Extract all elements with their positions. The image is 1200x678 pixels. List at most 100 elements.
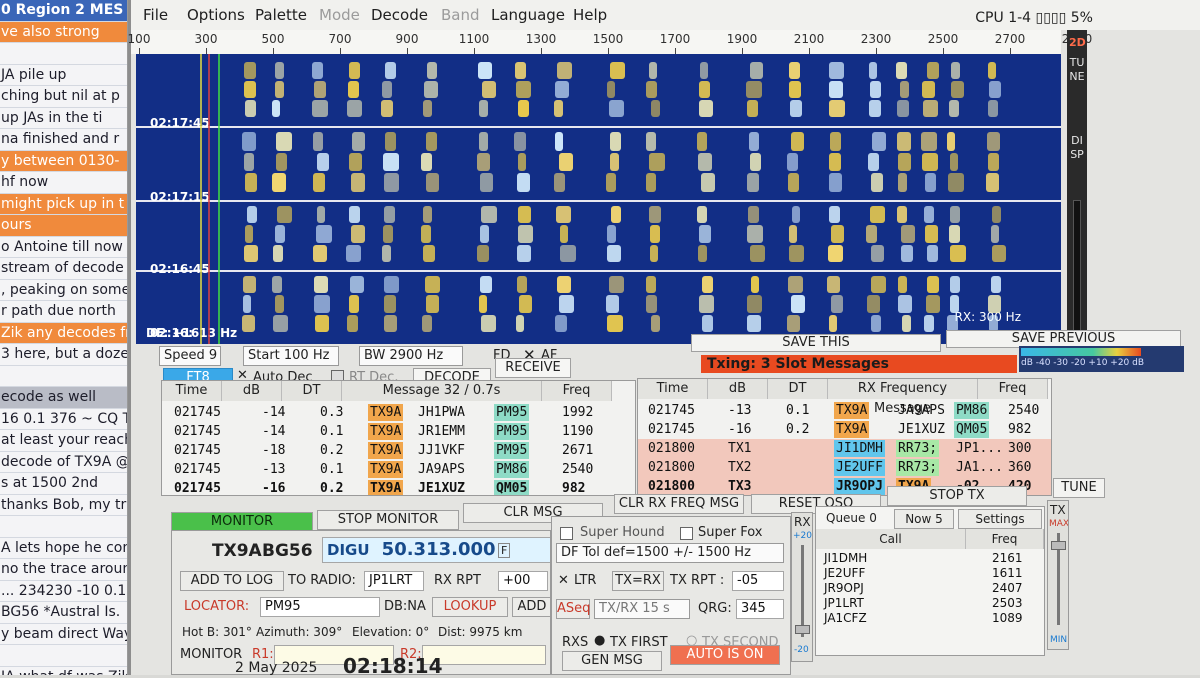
2d-label[interactable]: 2D: [1069, 36, 1086, 50]
signal-trace: [950, 295, 960, 313]
rx-row[interactable]: 021745 -13 0.1 TX9A JA9APS PM86 2540: [638, 401, 1051, 420]
waterfall-display[interactable]: DF: +1613 Hz RX: 300 Hz 02:17:45 02:17:15…: [136, 54, 1061, 344]
chat-line: hf now: [0, 172, 127, 194]
frequency-display[interactable]: DIGU 50.313.000: [322, 537, 550, 563]
disp-label[interactable]: DISP: [1069, 134, 1085, 162]
tx-slider-max: MAX: [1049, 519, 1069, 529]
qrg-field[interactable]: 345: [736, 599, 784, 619]
queue-row[interactable]: JR9OPJ 2407: [816, 581, 1044, 596]
frequency-marker[interactable]: [200, 54, 202, 344]
chat-line: BG56 *Austral Is.: [0, 602, 127, 624]
tx-rx-button[interactable]: TX=RX: [612, 571, 664, 591]
menu-options[interactable]: Options: [187, 6, 245, 24]
stop-tx-button[interactable]: STOP TX: [887, 486, 1027, 506]
signal-trace: [422, 244, 436, 262]
tx-first-radio-icon[interactable]: ●: [594, 633, 605, 648]
signal-trace: [951, 81, 964, 98]
f-button[interactable]: F: [498, 543, 511, 558]
monitor-button[interactable]: MONITOR: [171, 512, 313, 532]
menu-bar: File Options Palette Mode Decode Band Language…: [131, 0, 1200, 30]
queue-row[interactable]: JE2UFF 1611: [816, 566, 1044, 581]
rx-rpt-field[interactable]: +00: [498, 571, 548, 591]
rx-slider-top: +20: [793, 531, 812, 541]
now-button[interactable]: Now 5: [894, 509, 954, 529]
decode-row[interactable]: 021745 -13 0.1 TX9A JA9APS PM86 2540: [162, 460, 635, 479]
signal-trace: [898, 173, 907, 192]
menu-help[interactable]: Help: [573, 6, 607, 24]
add-button[interactable]: ADD: [512, 597, 550, 617]
tx-slider-handle[interactable]: [1051, 541, 1066, 550]
signal-trace: [426, 62, 438, 79]
dx-call: TX9A: [212, 541, 262, 561]
frequency-marker[interactable]: [208, 54, 210, 344]
menu-band[interactable]: Band: [441, 6, 480, 24]
decode-row[interactable]: 021745 -14 0.1 TX9A JR1EMM PM95 1190: [162, 422, 635, 441]
speed-spinner[interactable]: Speed 9: [159, 346, 221, 366]
signal-trace: [866, 295, 880, 313]
settings-button[interactable]: Settings: [958, 509, 1042, 529]
decode-grid: QM05: [494, 480, 530, 496]
decode-row[interactable]: 021745 -18 0.2 TX9A JJ1VKF PM95 2671: [162, 441, 635, 460]
queue-row[interactable]: JP1LRT 2503: [816, 596, 1044, 611]
signal-trace: [701, 173, 715, 192]
signal-trace: [311, 62, 324, 79]
signal-trace: [554, 100, 564, 117]
signal-trace: [925, 225, 938, 243]
signal-trace: [607, 314, 623, 332]
dx-grid: BG56: [262, 541, 313, 561]
rx-level-slider[interactable]: RX +20 -20: [791, 512, 813, 662]
menu-file[interactable]: File: [143, 6, 168, 24]
signal-trace: [828, 152, 842, 172]
menu-language[interactable]: Language: [491, 6, 565, 24]
queue-row[interactable]: JA1CFZ 1089: [816, 611, 1044, 626]
signal-trace: [750, 62, 764, 79]
auto-is-on-button[interactable]: AUTO IS ON: [670, 645, 780, 665]
rx-row[interactable]: 021800 TX1 JI1DMH RR73; JP1... 300: [638, 439, 1051, 458]
locator-field[interactable]: PM95: [260, 597, 380, 617]
rx-row[interactable]: 021800 TX2 JE2UFF RR73; JA1... 360: [638, 458, 1051, 477]
decode-db: -14: [262, 405, 286, 420]
decode-row[interactable]: 021745 -14 0.3 TX9A JH1PWA PM95 1992: [162, 403, 635, 422]
signal-trace: [924, 314, 935, 332]
bandwidth-spinner[interactable]: BW 2900 Hz: [359, 346, 463, 366]
rx-row[interactable]: 021745 -16 0.2 TX9A JE1XUZ QM05 982: [638, 420, 1051, 439]
signal-trace: [651, 314, 660, 332]
aseq-button[interactable]: ASeq: [556, 599, 590, 619]
queue-row[interactable]: JI1DMH 2161: [816, 551, 1044, 566]
gen-msg-button[interactable]: GEN MSG: [562, 651, 662, 671]
rx-slider-handle[interactable]: [795, 625, 810, 634]
signal-trace: [949, 152, 958, 172]
tx-rpt-field[interactable]: -05: [732, 571, 784, 591]
signal-trace: [899, 81, 910, 98]
menu-decode[interactable]: Decode: [371, 6, 428, 24]
df-tol-spinner[interactable]: DF Tol def=1500 +/- 1500 Hz: [556, 543, 784, 563]
signal-trace: [559, 152, 574, 172]
tune-label[interactable]: TUNE: [1069, 56, 1085, 84]
signal-trace: [697, 152, 713, 172]
super-hound-checkbox[interactable]: [560, 527, 573, 540]
signal-trace: [896, 62, 908, 79]
to-radio-field[interactable]: JP1LRT: [364, 571, 424, 591]
decode-row[interactable]: 021745 -16 0.2 TX9A JE1XUZ QM05 982: [162, 479, 635, 496]
stop-monitor-button[interactable]: STOP MONITOR: [317, 510, 459, 530]
clr-rx-freq-button[interactable]: CLR RX FREQ MSG: [614, 494, 744, 514]
start-freq-spinner[interactable]: Start 100 Hz: [243, 346, 339, 366]
chat-line: Zik any decodes fr: [0, 322, 127, 344]
signal-trace: [517, 152, 527, 172]
tx-level-slider[interactable]: TX MAX MIN: [1047, 500, 1069, 650]
add-to-log-button[interactable]: ADD TO LOG: [180, 571, 284, 591]
ltr-check-icon[interactable]: ✕: [558, 573, 569, 588]
tick-label: 1300: [525, 32, 557, 46]
menu-mode[interactable]: Mode: [319, 6, 360, 24]
waterfall-divider: [136, 200, 1061, 202]
rx-time: 021745: [648, 403, 695, 418]
receive-button[interactable]: RECEIVE: [495, 358, 571, 378]
save-this-button[interactable]: SAVE THIS: [691, 334, 941, 352]
lookup-button[interactable]: LOOKUP: [432, 597, 508, 617]
super-fox-checkbox[interactable]: [680, 527, 693, 540]
signal-trace: [924, 206, 934, 224]
txrx-15s-spinner[interactable]: TX/RX 15 s: [594, 599, 690, 619]
frequency-marker[interactable]: [218, 54, 220, 344]
menu-palette[interactable]: Palette: [255, 6, 307, 24]
tune-button[interactable]: TUNE: [1053, 478, 1105, 498]
